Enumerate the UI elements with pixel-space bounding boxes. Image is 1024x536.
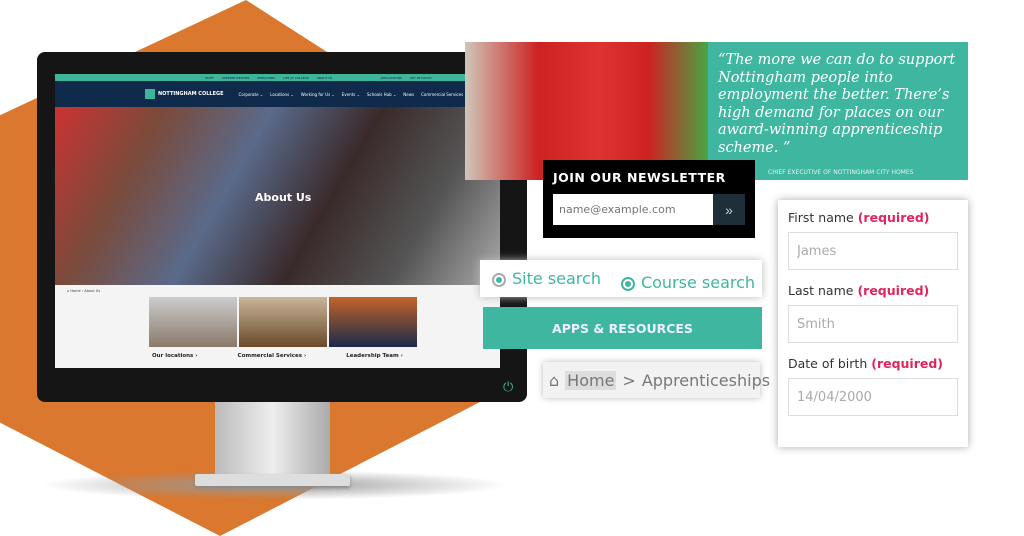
radio-course-search[interactable]: Course search [620,273,756,292]
hero-image: About Us [55,107,500,285]
home-icon: ⌂ [549,370,560,390]
power-icon[interactable]: ⏻ [503,380,513,395]
last-name-label: Last name (required) [788,283,930,298]
card-link[interactable]: Leadership Team › [346,353,403,359]
newsletter-email-input[interactable] [553,194,713,225]
nav-item[interactable]: Working for Us ⌄ [301,92,335,97]
dob-field[interactable] [788,378,958,416]
utility-link[interactable]: ABOUT US [317,76,333,80]
newsletter-submit-button[interactable]: » [713,194,745,225]
chevron-right-icon: > [622,370,636,390]
nav-item[interactable]: Corporate ⌄ [239,92,264,97]
college-logo[interactable]: NOTTINGHAM COLLEGE [145,89,224,99]
newsletter-box: JOIN OUR NEWSLETTER » [543,160,755,238]
nav-item[interactable]: Schools Hub ⌄ [367,92,396,97]
card-link[interactable]: Our locations › [152,353,198,359]
main-nav: NOTTINGHAM COLLEGE Corporate ⌄ Locations… [55,81,500,107]
logo-text: NOTTINGHAM COLLEGE [158,91,224,97]
utility-link[interactable]: APPLICATIONS [380,76,401,80]
newsletter-title: JOIN OUR NEWSLETTER [553,170,726,185]
radio-icon [492,272,506,287]
monitor-screen: STAFF APPRENTICESHIPS EMPLOYERS LIFE AT … [55,74,500,368]
nav-item[interactable]: Commercial Services ⌄ [421,92,468,97]
utility-link[interactable]: GET IN TOUCH [410,76,432,80]
radio-selected-icon [620,276,635,291]
nav-item[interactable]: News [403,92,414,97]
monitor-stand [215,400,330,478]
utility-link[interactable]: STAFF [205,76,214,80]
breadcrumb-home[interactable]: Home [565,370,617,390]
breadcrumb-bar: ⌂ Home > Apprenticeships [543,362,770,398]
logo-icon [145,89,155,99]
card-link[interactable]: Commercial Services › [238,353,307,359]
card-image-locations[interactable] [149,297,237,347]
nav-item[interactable]: Locations ⌄ [270,92,294,97]
quote-text: “The more we can do to support Nottingha… [718,52,956,156]
card-image-commercial[interactable] [239,297,327,347]
application-form: First name (required) Last name (require… [778,200,968,447]
radio-label: Course search [640,273,756,292]
hero-title: About Us [255,191,312,204]
apps-resources-button[interactable]: APPS & RESOURCES [483,307,762,349]
utility-link[interactable]: APPRENTICESHIPS [222,76,249,80]
breadcrumb-current: Apprenticeships [641,370,771,390]
monitor-base [195,474,350,486]
radio-label: Site search [512,269,601,288]
utility-link[interactable]: EMPLOYERS [257,76,275,80]
card-image-leadership[interactable] [329,297,417,347]
utility-link[interactable]: LIFE AT COLLEGE [283,76,309,80]
first-name-label: First name (required) [788,210,930,225]
nav-item[interactable]: Events ⌄ [342,92,360,97]
last-name-field[interactable] [788,305,958,343]
utility-bar: STAFF APPRENTICESHIPS EMPLOYERS LIFE AT … [55,74,500,81]
breadcrumb[interactable]: ⌂ Home › About Us [55,285,500,297]
first-name-field[interactable] [788,232,958,270]
dob-label: Date of birth (required) [788,356,944,371]
radio-site-search[interactable]: Site search [492,269,601,288]
search-type-selector: Site search Course search [480,260,762,297]
